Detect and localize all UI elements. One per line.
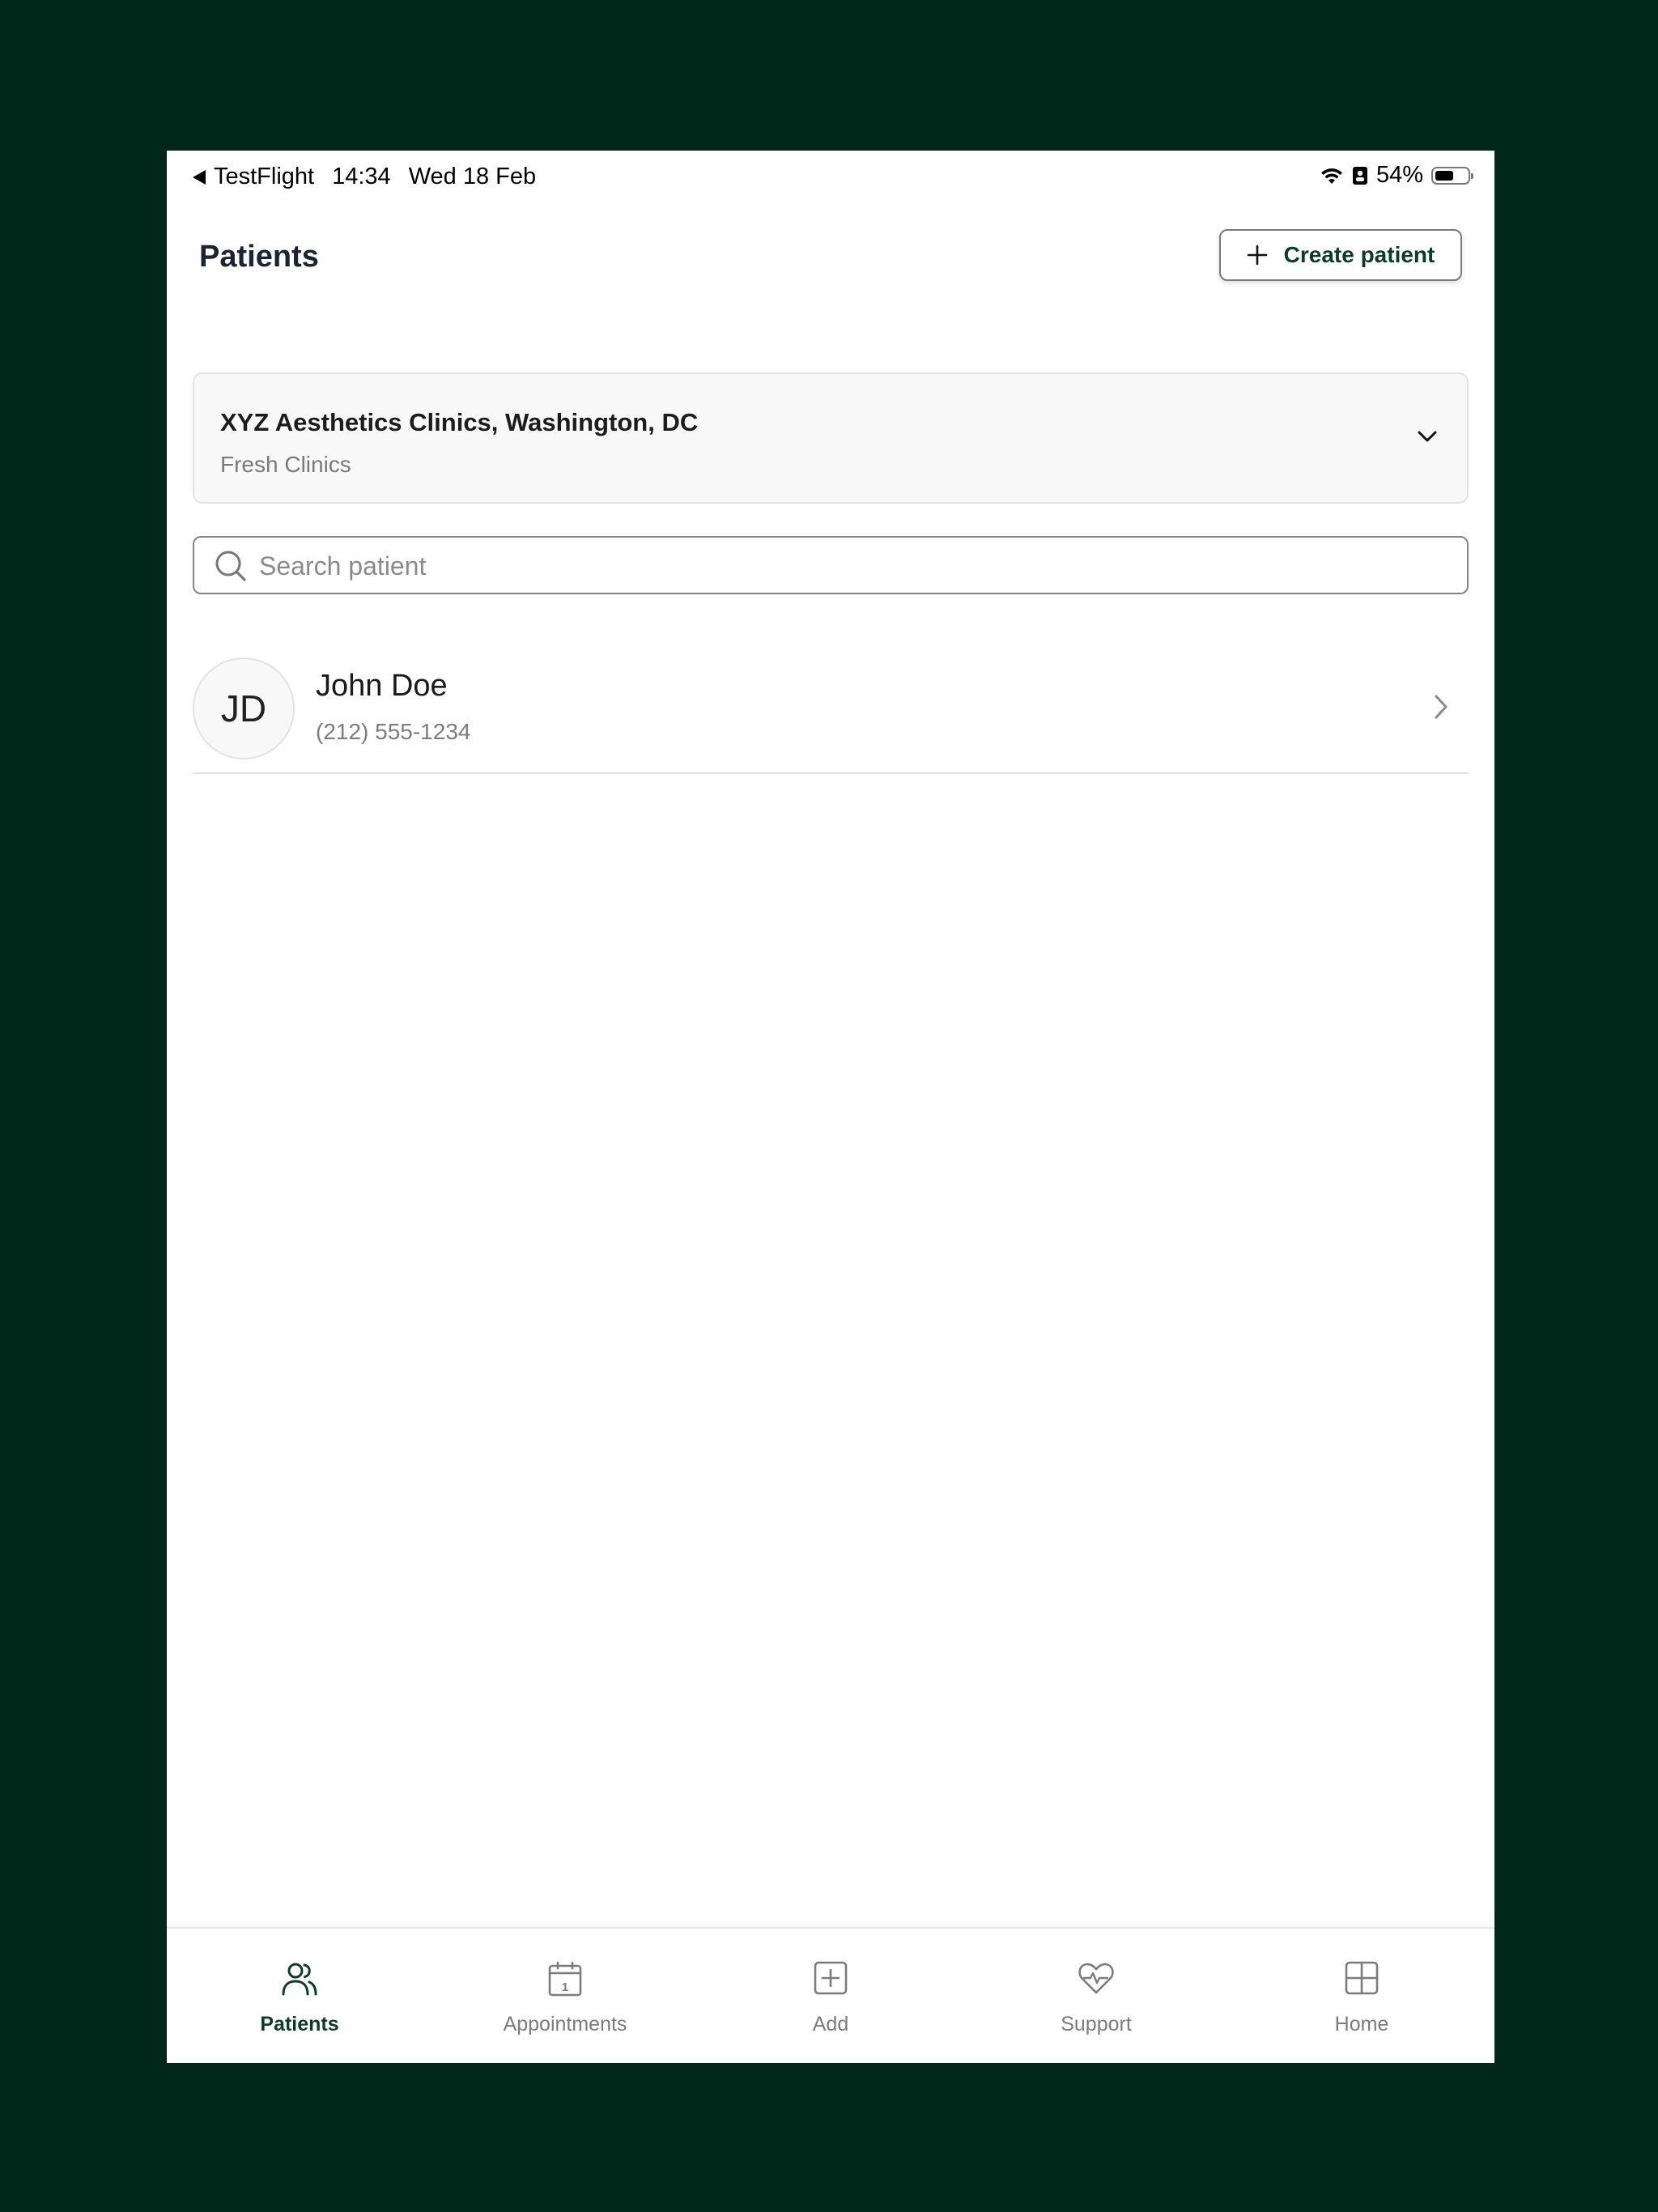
tab-label: Patients: [260, 2013, 339, 2035]
battery-icon: [1431, 166, 1473, 185]
tab-label: Appointments: [503, 2013, 627, 2035]
tab-add[interactable]: Add: [698, 1929, 963, 2063]
patient-list-item[interactable]: JD John Doe (212) 555-1234: [193, 649, 1469, 774]
clinic-subtitle: Fresh Clinics: [220, 452, 351, 477]
search-input[interactable]: [257, 544, 1443, 588]
status-left[interactable]: TestFlight 14:34 Wed 18 Feb: [193, 164, 536, 190]
tab-label: Support: [1061, 2013, 1132, 2035]
tab-appointments[interactable]: 1 Appointments: [432, 1929, 698, 2063]
plus-square-icon: [814, 1961, 848, 1995]
status-time: 14:34: [332, 164, 391, 189]
grid-icon: [1345, 1961, 1379, 1995]
search-icon: [215, 551, 246, 581]
users-icon: [282, 1963, 317, 1996]
battery-fill: [1435, 170, 1453, 181]
avatar: JD: [193, 657, 295, 759]
create-patient-label: Create patient: [1283, 242, 1435, 267]
search-field[interactable]: [193, 536, 1469, 594]
tab-support[interactable]: Support: [963, 1929, 1229, 2063]
back-arrow-icon[interactable]: [193, 169, 206, 185]
calendar-icon: 1: [548, 1961, 582, 1997]
tab-label: Home: [1334, 2013, 1389, 2035]
patient-phone: (212) 555-1234: [316, 719, 471, 744]
clinic-selector[interactable]: XYZ Aesthetics Clinics, Washington, DC F…: [193, 372, 1469, 504]
back-app-label[interactable]: TestFlight: [214, 164, 314, 190]
wifi-icon: [1320, 168, 1342, 184]
status-bar: TestFlight 14:34 Wed 18 Feb 54%: [167, 151, 1494, 204]
app-screen: TestFlight 14:34 Wed 18 Feb 54% Patients: [167, 151, 1494, 2063]
tab-home[interactable]: Home: [1229, 1929, 1494, 2063]
heart-pulse-icon: [1078, 1963, 1114, 1994]
tab-label: Add: [812, 2013, 849, 2035]
tab-bar: Patients 1 Appointments Add Support Home: [167, 1927, 1494, 2063]
tab-patients[interactable]: Patients: [167, 1929, 432, 2063]
page-title: Patients: [199, 240, 319, 274]
status-date: Wed 18 Feb: [408, 164, 537, 189]
clinic-name: XYZ Aesthetics Clinics, Washington, DC: [220, 408, 699, 436]
chevron-right-icon: [1435, 695, 1448, 719]
calendar-day: 1: [562, 1980, 568, 1994]
patient-name: John Doe: [316, 669, 448, 703]
chevron-down-icon: [1418, 431, 1437, 442]
plus-icon: [1247, 245, 1267, 266]
status-right: 54%: [1320, 162, 1473, 189]
create-patient-button[interactable]: Create patient: [1219, 229, 1462, 281]
battery-percent: 54%: [1375, 162, 1423, 188]
id-badge-icon: [1352, 166, 1367, 185]
